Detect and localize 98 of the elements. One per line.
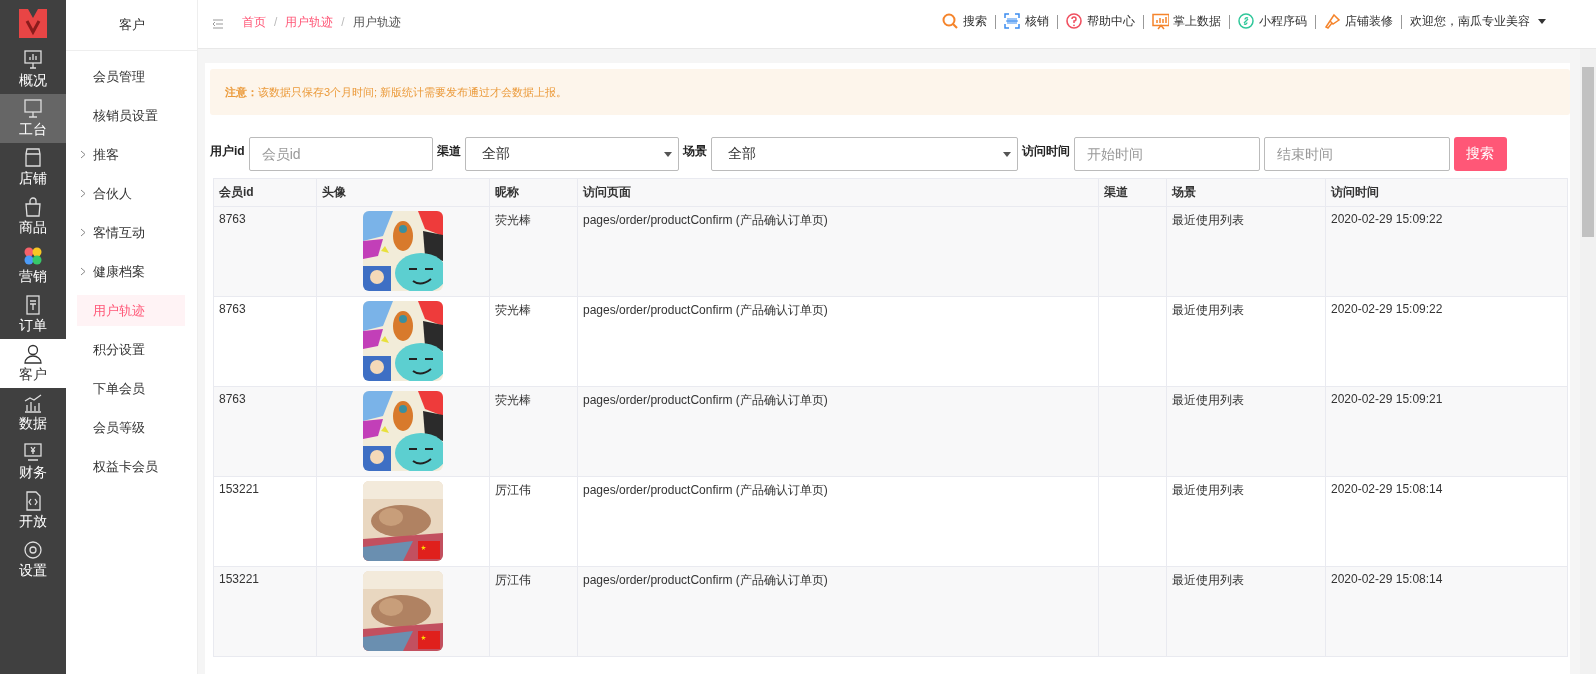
nav-item[interactable]: 客户 [0,339,66,388]
menu-item[interactable]: 核销员设置 [77,100,185,131]
chevron-icon [80,150,86,159]
monitor-icon [22,98,44,120]
table-cell: 最近使用列表 [1172,393,1244,407]
chevron-icon [80,228,86,237]
table-cell: pages/order/productConfirm (产品确认订单页) [583,213,828,227]
table-cell: 最近使用列表 [1172,483,1244,497]
help-icon [1066,13,1083,30]
filter-label: 渠道 [436,142,461,160]
toolbar-link[interactable]: 掌上数据 [1152,13,1221,30]
collapse-icon[interactable] [212,19,224,29]
table-cell: 8763 [219,212,246,226]
four-petal-icon [22,245,44,267]
nav-item[interactable]: 财务 [0,437,66,486]
chevron-icon [80,267,86,276]
settings-icon [22,539,44,561]
table-cell: pages/order/productConfirm (产品确认订单页) [583,393,828,407]
scan-icon [1004,13,1021,30]
table-cell: pages/order/productConfirm (产品确认订单页) [583,573,828,587]
toolbar-link[interactable]: 搜索 [942,13,987,30]
table-cell: 8763 [219,302,246,316]
breadcrumb-current: 用户轨迹 [352,13,401,31]
monitor-chart-icon [22,49,44,71]
filter-label: 场景 [682,142,707,160]
filter-label: 访问时间 [1021,142,1070,160]
brush-icon [1324,13,1341,30]
table-cell: pages/order/productConfirm (产品确认订单页) [583,483,828,497]
nav-item[interactable]: 商品 [0,192,66,241]
store-icon [22,147,44,169]
caret-icon [1538,19,1546,24]
dropdown[interactable]: 全部 [464,137,679,171]
input-field[interactable]: 开始时间 [1073,137,1260,171]
nav-item[interactable]: 营销 [0,241,66,290]
nav-item[interactable]: 订单 [0,290,66,339]
breadcrumb-separator: / [274,15,278,29]
menu-item[interactable]: 积分设置 [77,334,185,365]
filter-label: 用户id [210,142,245,160]
notice-banner: 注意：该数据只保存3个月时间; 新版统计需要发布通过才会数据上报。 [210,69,1570,115]
toolbar-link[interactable]: 帮助中心 [1066,13,1135,30]
search-icon [942,13,959,30]
table-cell: 2020-02-29 15:09:21 [1331,392,1443,406]
table-cell: 最近使用列表 [1172,213,1244,227]
table-cell: 153221 [219,572,260,586]
chart-board-icon [1152,13,1169,30]
menu-item[interactable]: 健康档案 [77,256,185,287]
bag-icon [22,196,44,218]
table-cell: 2020-02-29 15:09:22 [1331,302,1443,316]
nav-item[interactable]: 概况 [0,45,66,94]
column-header: 渠道 [1098,178,1167,207]
input-field[interactable]: 结束时间 [1263,137,1450,171]
menu-item[interactable]: 客情互动 [77,217,185,248]
nav-item[interactable]: 数据 [0,388,66,437]
dropdown[interactable]: 全部 [710,137,1018,171]
table-cell: 荧光棒 [495,213,531,227]
table-cell: 最近使用列表 [1172,573,1244,587]
menu-item[interactable]: 会员等级 [77,412,185,443]
caret-icon [663,151,672,157]
column-header: 访问页面 [577,178,1099,207]
menu-item[interactable]: 下单会员 [77,373,185,404]
table-cell: 153221 [219,482,260,496]
table-cell: pages/order/productConfirm (产品确认订单页) [583,303,828,317]
nav-item[interactable]: 设置 [0,535,66,584]
toolbar-link[interactable]: 核销 [1004,13,1049,30]
input-field[interactable]: 会员id [248,137,433,171]
toolbar-link[interactable]: 小程序码 [1238,13,1307,30]
user-menu[interactable]: 欢迎您，南瓜专业美容 [1410,13,1546,30]
column-header: 会员id [213,178,317,207]
money-screen-icon [22,441,44,463]
nav-item[interactable]: 开放 [0,486,66,535]
menu-item[interactable]: 推客 [77,139,185,170]
table-cell: 8763 [219,392,246,406]
column-header: 昵称 [489,178,578,207]
menu-item[interactable]: 权益卡会员 [77,451,185,482]
link-icon [1238,13,1255,30]
caret-icon [1002,151,1011,157]
user-icon [22,343,44,365]
toolbar-link[interactable]: 店铺装修 [1324,13,1393,30]
table-cell: 厉江伟 [495,483,531,497]
table-cell: 2020-02-29 15:08:14 [1331,572,1443,586]
table-cell: 荧光棒 [495,303,531,317]
column-header: 场景 [1166,178,1326,207]
panel-title: 客户 [66,0,197,51]
column-header: 访问时间 [1325,178,1568,207]
table-cell: 2020-02-29 15:08:14 [1331,482,1443,496]
table-cell: 厉江伟 [495,573,531,587]
menu-item[interactable]: 合伙人 [77,178,185,209]
scrollbar[interactable] [1580,49,1596,674]
column-header: 头像 [316,178,490,207]
nav-item[interactable]: 工台 [0,94,66,143]
chevron-icon [80,189,86,198]
breadcrumb-separator: / [341,15,345,29]
nav-item[interactable]: 店铺 [0,143,66,192]
bar-trend-icon [22,392,44,414]
table-cell: 2020-02-29 15:09:22 [1331,212,1443,226]
table-cell: 最近使用列表 [1172,303,1244,317]
menu-item[interactable]: 会员管理 [77,61,185,92]
table-cell: 荧光棒 [495,393,531,407]
